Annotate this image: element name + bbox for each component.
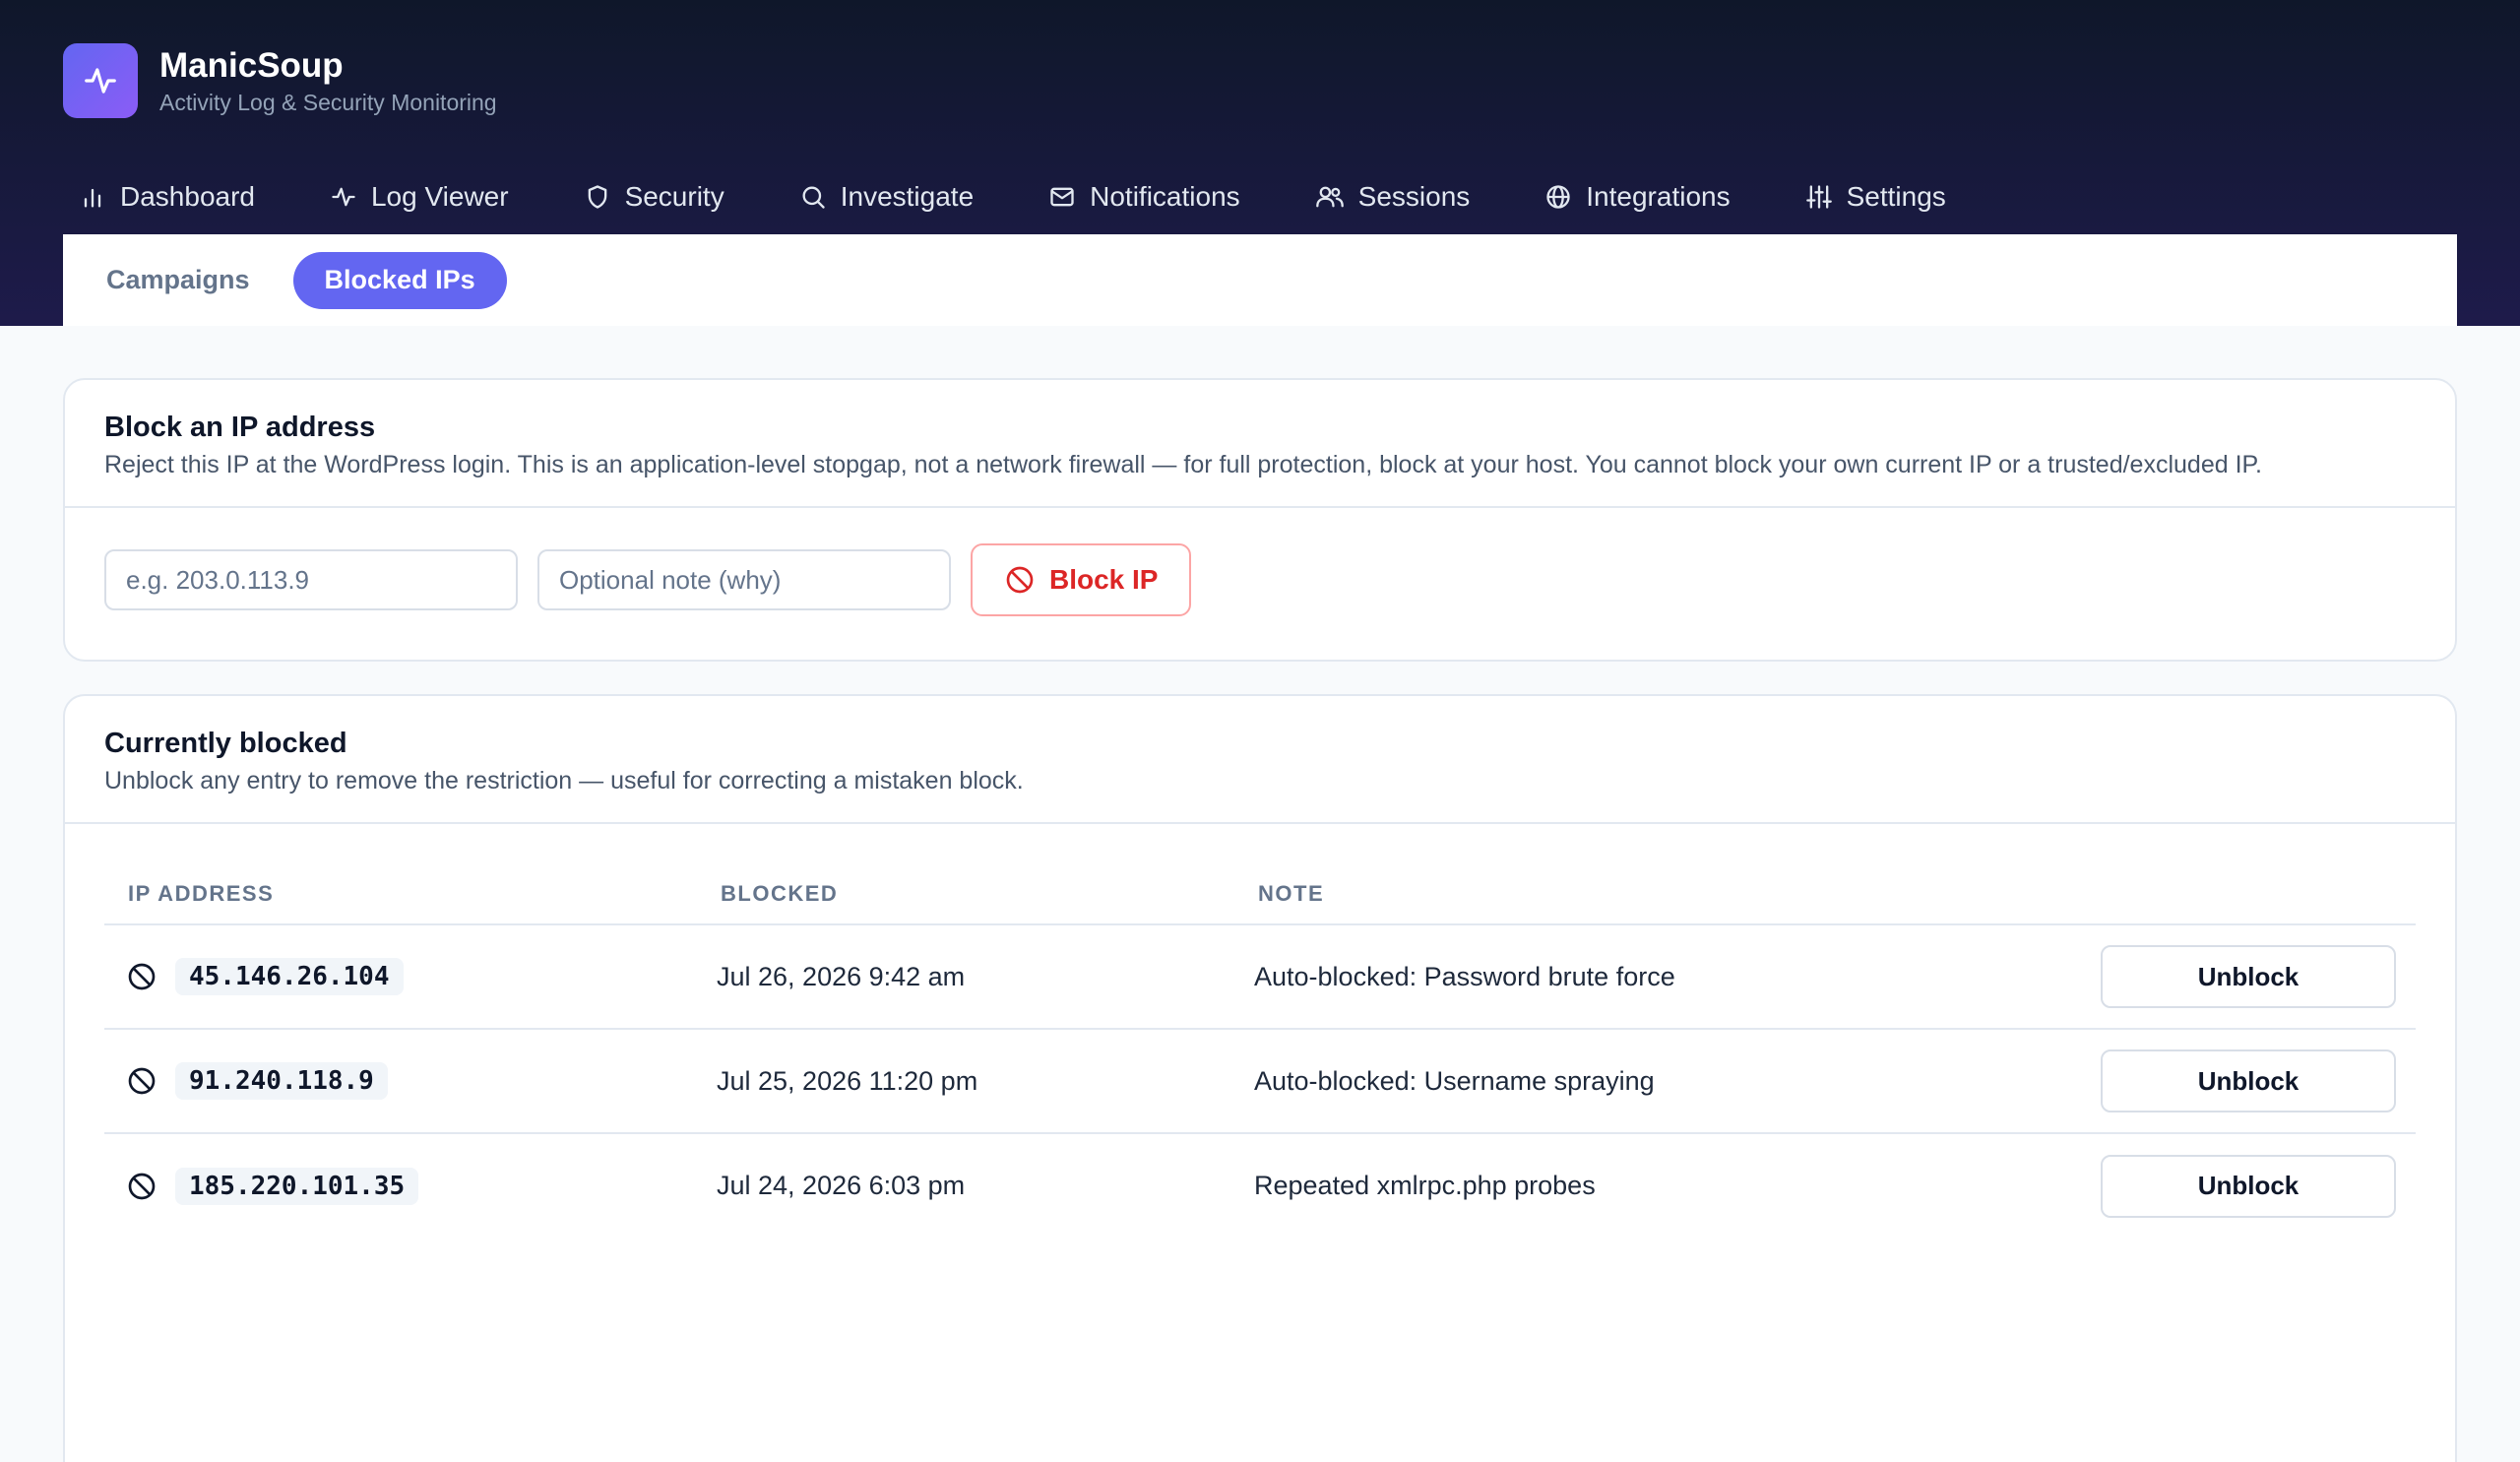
nav-item-sessions[interactable]: Sessions: [1315, 169, 1471, 224]
sliders-icon: [1805, 185, 1832, 209]
nav-label: Sessions: [1357, 181, 1471, 212]
nav-label: Dashboard: [120, 181, 255, 212]
nav-item-investigate[interactable]: Investigate: [799, 169, 974, 224]
nav-item-notifications[interactable]: Notifications: [1048, 169, 1240, 224]
blocked-list-card: Currently blocked Unblock any entry to r…: [63, 694, 2457, 1462]
blocked-description: Unblock any entry to remove the restrict…: [104, 767, 1024, 795]
blocked-title: Currently blocked: [104, 728, 347, 759]
ip-address: 91.240.118.9: [175, 1062, 388, 1100]
search-icon: [802, 186, 825, 209]
bar-chart-icon: [84, 188, 101, 208]
block-ip-label: Block IP: [1049, 564, 1159, 595]
ip-input[interactable]: [104, 549, 518, 610]
tab-campaigns[interactable]: Campaigns: [106, 252, 282, 309]
col-header-ip: IP ADDRESS: [104, 863, 697, 925]
shield-icon: [588, 185, 606, 209]
nav-label: Security: [624, 181, 724, 212]
app-header: ManicSoup Activity Log & Security Monito…: [0, 0, 2520, 326]
block-note: Repeated xmlrpc.php probes: [1254, 1171, 1596, 1200]
block-ip-button[interactable]: Block IP: [971, 543, 1192, 616]
ban-icon: [128, 963, 156, 990]
nav-label: Notifications: [1090, 181, 1240, 212]
nav-label: Investigate: [840, 181, 975, 212]
nav-item-log-viewer[interactable]: Log Viewer: [330, 169, 509, 224]
block-ip-card: Block an IP address Reject this IP at th…: [63, 378, 2457, 662]
brand: ManicSoup Activity Log & Security Monito…: [63, 43, 497, 118]
table-row: 45.146.26.104 Jul 26, 2026 9:42 am Auto-…: [104, 924, 2416, 1030]
ban-icon: [1006, 566, 1034, 594]
block-note: Auto-blocked: Password brute force: [1234, 924, 2081, 1030]
unblock-button[interactable]: Unblock: [2101, 945, 2396, 1008]
ip-address: 185.220.101.35: [175, 1167, 419, 1205]
main-nav: Dashboard Log Viewer Security Investigat…: [79, 169, 2021, 224]
unblock-button[interactable]: Unblock: [2101, 1049, 2396, 1112]
ban-icon: [128, 1067, 156, 1095]
activity-logo-icon: [63, 43, 138, 118]
ip-address: 45.146.26.104: [175, 958, 404, 995]
nav-label: Settings: [1846, 181, 1946, 212]
ban-icon: [128, 1173, 156, 1199]
blocked-time: Jul 24, 2026 6:03 pm: [717, 1171, 966, 1200]
tab-blocked-ips[interactable]: Blocked IPs: [292, 251, 507, 309]
nav-item-dashboard[interactable]: Dashboard: [79, 169, 255, 224]
blocked-table: IP ADDRESS BLOCKED NOTE 45.146.26.104 Ju…: [104, 863, 2416, 1238]
unblock-button[interactable]: Unblock: [2101, 1154, 2396, 1218]
col-header-blocked: BLOCKED: [697, 863, 1234, 925]
col-header-actions: [2081, 863, 2416, 925]
app-name: ManicSoup: [159, 46, 344, 85]
table-row: 91.240.118.9 Jul 25, 2026 11:20 pm Auto-…: [104, 1029, 2416, 1134]
table-header-row: IP ADDRESS BLOCKED NOTE: [104, 863, 2416, 925]
subtabs: Campaigns Blocked IPs: [63, 234, 2457, 326]
table-row: 185.220.101.35 Jul 24, 2026 6:03 pm Repe…: [104, 1133, 2416, 1238]
nav-item-integrations[interactable]: Integrations: [1544, 169, 1731, 224]
app-subtitle: Activity Log & Security Monitoring: [159, 90, 497, 115]
col-header-note: NOTE: [1234, 863, 2081, 925]
nav-label: Integrations: [1586, 181, 1731, 212]
nav-item-security[interactable]: Security: [584, 169, 724, 224]
block-ip-description: Reject this IP at the WordPress login. T…: [104, 451, 2262, 478]
activity-icon: [332, 187, 355, 207]
blocked-time: Jul 26, 2026 9:42 am: [697, 924, 1234, 1030]
block-note: Auto-blocked: Username spraying: [1234, 1029, 2081, 1134]
nav-item-settings[interactable]: Settings: [1805, 169, 1946, 224]
users-icon: [1315, 186, 1344, 208]
globe-icon: [1546, 185, 1570, 209]
block-ip-title: Block an IP address: [104, 412, 376, 443]
nav-label: Log Viewer: [370, 181, 509, 212]
note-input[interactable]: [537, 549, 951, 610]
mail-icon: [1050, 187, 1074, 207]
blocked-time: Jul 25, 2026 11:20 pm: [697, 1029, 1234, 1134]
